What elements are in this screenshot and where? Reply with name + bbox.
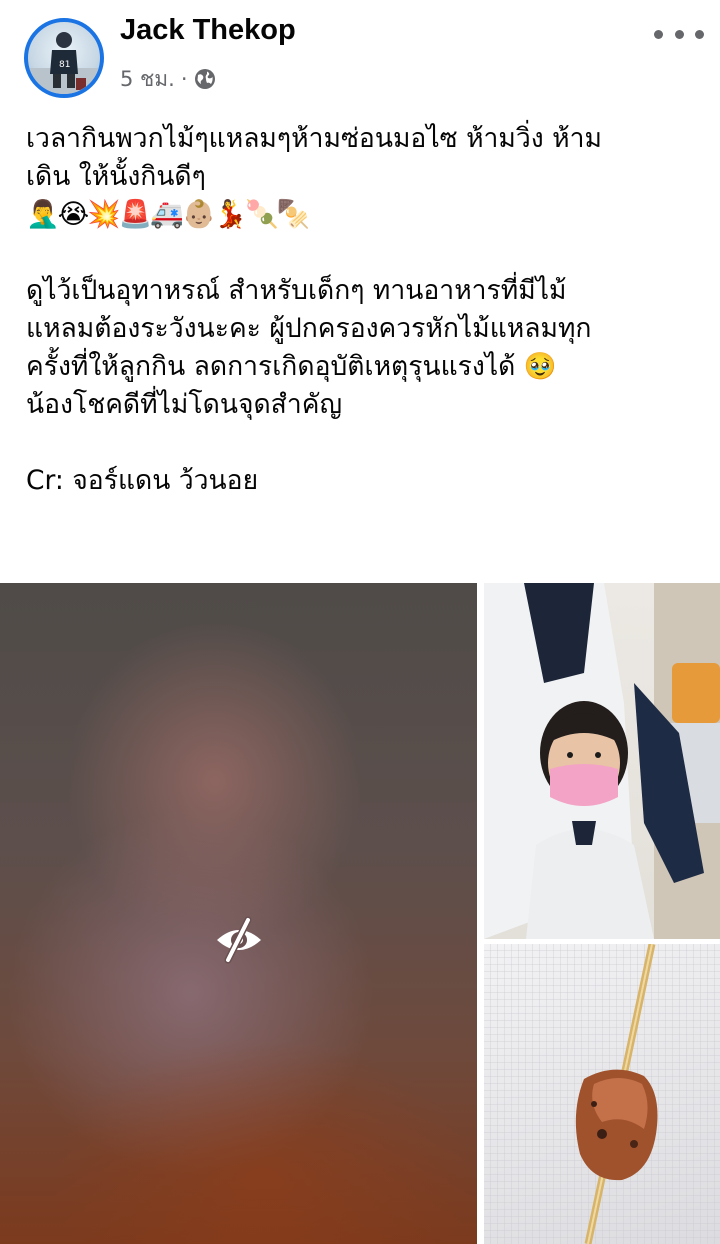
post-text-line: น้องโชคดีที่ไม่โดนจุดสำคัญ [26,389,343,420]
photo-grid [0,583,720,1244]
post-text-line: แหลมต้องระวังนะคะ ผู้ปกครองควรหักไม้แหลม… [26,313,592,344]
post-time[interactable]: 5 ชม. [120,63,175,96]
skewer-illustration [575,944,658,1244]
post-text-line: ครั้งที่ให้ลูกกิน ลดการเกิดอุบัติเหตุรุน… [26,351,557,382]
post-meta: 5 ชม. · [120,64,216,94]
globe-icon [194,69,215,89]
post-text-line: เวลากินพวกไม้ๆแหลมๆห้ามซ่อนมอไซ ห้ามวิ่ง… [26,123,602,154]
meta-separator: · [180,67,188,91]
avatar-figure: 81 [28,32,100,94]
author-name[interactable]: Jack Thekop [120,14,296,47]
post-emoji-line: 🤦‍♂️😭💥🚨🚑👶🏼💃🍡🍢 [26,199,311,230]
skewer-object-photo[interactable] [484,944,720,1244]
post-credit: Cr: จอร์แดน ว้วนอย [26,465,259,496]
ellipsis-icon-dot [674,29,684,39]
author-avatar[interactable]: 81 [24,18,104,98]
child-photo[interactable] [484,583,720,939]
post-header: 81 Jack Thekop 5 ชม. · [0,0,720,110]
eye-slash-icon[interactable] [214,915,264,965]
svg-text:81: 81 [59,60,70,70]
post-text-line: ดูไว้เป็นอุทาหรณ์ สำหรับเด็กๆ ทานอาหารที… [26,275,567,306]
post-message: เวลากินพวกไม้ๆแหลมๆห้ามซ่อนมอไซ ห้ามวิ่ง… [26,120,698,500]
hidden-sensitive-photo[interactable] [0,583,477,1244]
ellipsis-icon-dot [695,29,704,39]
child-illustration [484,583,720,939]
ellipsis-icon-dot [654,29,663,39]
more-options-button[interactable] [654,22,704,46]
post-text-line: เดิน ให้นั้งกินดีๆ [26,161,206,192]
